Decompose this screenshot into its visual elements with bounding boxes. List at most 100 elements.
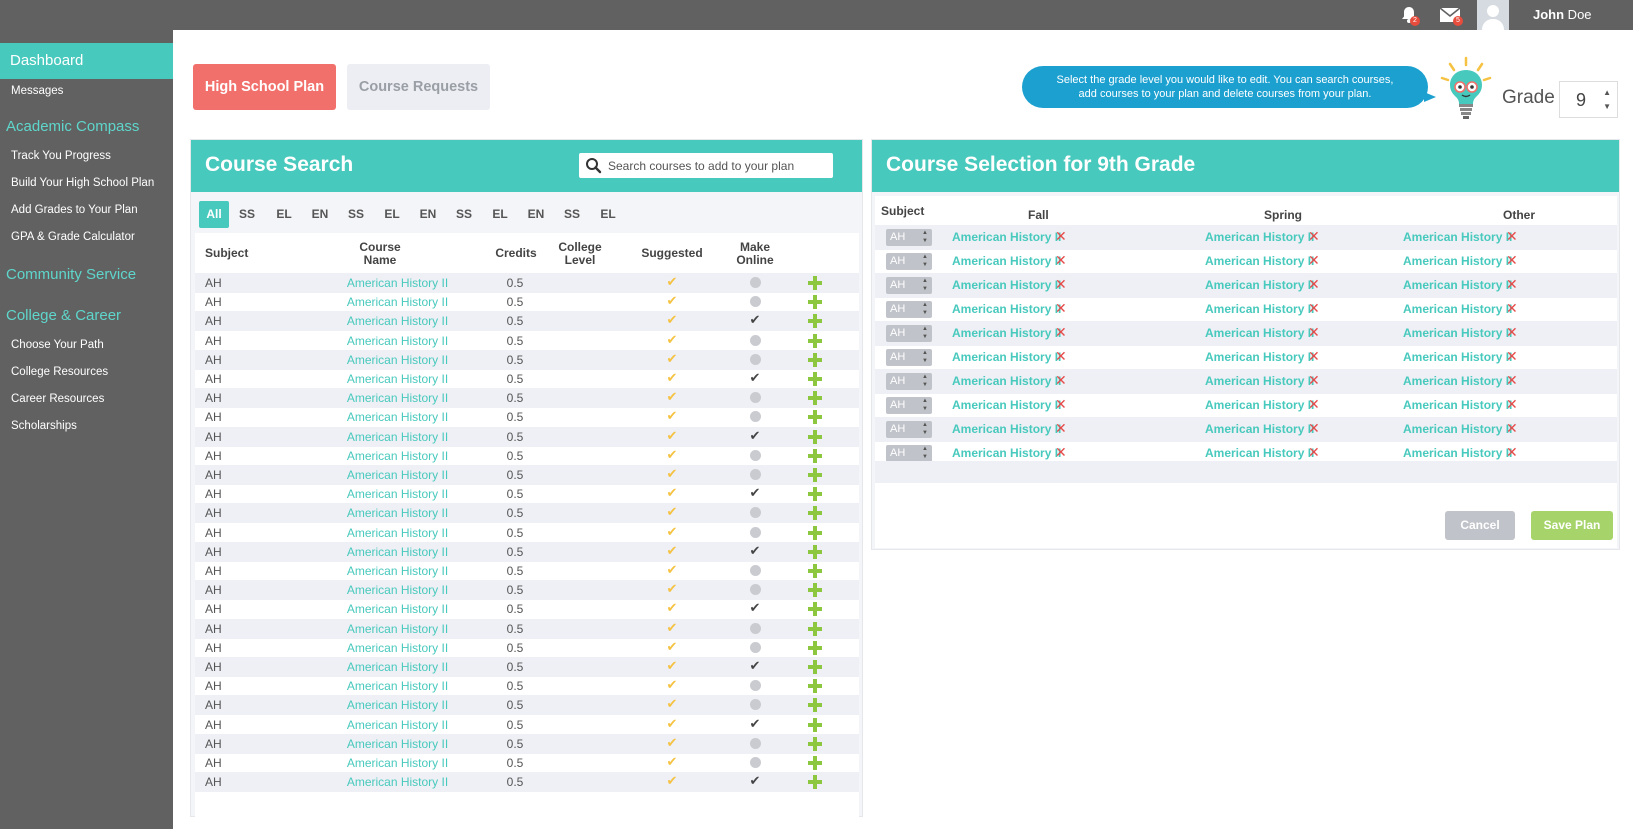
remove-spring-course-x-icon[interactable]: ✕ [1308,300,1320,317]
add-course-plus-icon[interactable] [807,429,823,445]
sidebar-item-college-resources[interactable]: College Resources [11,366,108,378]
sidebar-item-dashboard[interactable]: Dashboard [0,43,173,79]
fall-course-link[interactable]: American History II [952,374,1061,388]
grade-down-arrow-icon[interactable]: ▼ [1603,102,1611,111]
remove-spring-course-x-icon[interactable]: ✕ [1308,252,1320,269]
add-course-plus-icon[interactable] [807,333,823,349]
filter-chip-ss[interactable]: SS [341,201,371,228]
other-course-link[interactable]: American History II [1403,350,1512,364]
make-online-toggle[interactable] [745,699,765,711]
make-online-toggle[interactable] [745,277,765,288]
make-online-toggle[interactable] [745,334,765,346]
make-online-toggle[interactable] [745,449,765,461]
row-course-name-link[interactable]: American History II [320,756,475,770]
other-course-link[interactable]: American History II [1403,254,1512,268]
remove-fall-course-x-icon[interactable]: ✕ [1055,420,1067,437]
make-online-toggle[interactable]: ✔ [745,485,765,501]
subject-stepper[interactable]: AH ▲ ▼ [886,253,932,270]
spring-course-link[interactable]: American History II [1205,302,1314,316]
filter-chip-el[interactable]: EL [377,201,407,228]
row-course-name-link[interactable]: American History II [320,622,475,636]
fall-course-link[interactable]: American History II [952,230,1061,244]
make-online-toggle[interactable] [745,392,765,404]
row-course-name-link[interactable]: American History II [320,295,475,309]
make-online-toggle[interactable] [745,526,765,538]
add-course-plus-icon[interactable] [807,352,823,368]
row-course-name-link[interactable]: American History II [320,775,475,789]
add-course-plus-icon[interactable] [807,505,823,521]
remove-fall-course-x-icon[interactable]: ✕ [1055,348,1067,365]
stepper-arrows-icon[interactable]: ▲ ▼ [922,277,928,293]
row-course-name-link[interactable]: American History II [320,526,475,540]
row-course-name-link[interactable]: American History II [320,391,475,405]
spring-course-link[interactable]: American History II [1205,374,1314,388]
add-course-plus-icon[interactable] [807,313,823,329]
course-search-box[interactable] [579,153,833,178]
other-course-link[interactable]: American History II [1403,446,1512,460]
row-course-name-link[interactable]: American History II [320,545,475,559]
other-course-link[interactable]: American History II [1403,398,1512,412]
spring-course-link[interactable]: American History II [1205,422,1314,436]
remove-other-course-x-icon[interactable]: ✕ [1506,348,1518,365]
spring-course-link[interactable]: American History II [1205,254,1314,268]
add-course-plus-icon[interactable] [807,448,823,464]
sidebar-item-career-resources[interactable]: Career Resources [11,393,104,405]
spring-course-link[interactable]: American History II [1205,398,1314,412]
add-course-plus-icon[interactable] [807,755,823,771]
user-name[interactable]: John Doe [1533,7,1592,22]
row-course-name-link[interactable]: American History II [320,410,475,424]
other-course-link[interactable]: American History II [1403,422,1512,436]
other-course-link[interactable]: American History II [1403,278,1512,292]
make-online-toggle[interactable] [745,507,765,519]
subject-stepper[interactable]: AH ▲ ▼ [886,445,932,462]
remove-spring-course-x-icon[interactable]: ✕ [1308,420,1320,437]
remove-other-course-x-icon[interactable]: ✕ [1506,300,1518,317]
make-online-toggle[interactable]: ✔ [745,543,765,559]
row-course-name-link[interactable]: American History II [320,564,475,578]
make-online-toggle[interactable] [745,584,765,596]
add-course-plus-icon[interactable] [807,275,823,291]
other-course-link[interactable]: American History II [1403,326,1512,340]
remove-other-course-x-icon[interactable]: ✕ [1506,252,1518,269]
add-course-plus-icon[interactable] [807,486,823,502]
sidebar-item-build-plan[interactable]: Build Your High School Plan [11,177,154,189]
row-course-name-link[interactable]: American History II [320,583,475,597]
make-online-toggle[interactable]: ✔ [745,428,765,444]
stepper-arrows-icon[interactable]: ▲ ▼ [922,229,928,245]
row-course-name-link[interactable]: American History II [320,737,475,751]
other-course-link[interactable]: American History II [1403,230,1512,244]
row-course-name-link[interactable]: American History II [320,660,475,674]
subject-stepper[interactable]: AH ▲ ▼ [886,301,932,318]
subject-stepper[interactable]: AH ▲ ▼ [886,421,932,438]
add-course-plus-icon[interactable] [807,371,823,387]
fall-course-link[interactable]: American History II [952,422,1061,436]
fall-course-link[interactable]: American History II [952,302,1061,316]
subject-stepper[interactable]: AH ▲ ▼ [886,277,932,294]
make-online-toggle[interactable]: ✔ [745,658,765,674]
make-online-toggle[interactable]: ✔ [745,773,765,789]
stepper-arrows-icon[interactable]: ▲ ▼ [922,445,928,461]
sidebar-item-add-grades[interactable]: Add Grades to Your Plan [11,204,138,216]
add-course-plus-icon[interactable] [807,697,823,713]
add-course-plus-icon[interactable] [807,659,823,675]
remove-spring-course-x-icon[interactable]: ✕ [1308,324,1320,341]
row-course-name-link[interactable]: American History II [320,372,475,386]
add-course-plus-icon[interactable] [807,544,823,560]
remove-spring-course-x-icon[interactable]: ✕ [1308,444,1320,461]
row-course-name-link[interactable]: American History II [320,602,475,616]
filter-chip-ss[interactable]: SS [557,201,587,228]
remove-fall-course-x-icon[interactable]: ✕ [1055,228,1067,245]
remove-fall-course-x-icon[interactable]: ✕ [1055,252,1067,269]
filter-chip-ss[interactable]: SS [232,201,262,228]
add-course-plus-icon[interactable] [807,621,823,637]
messages-envelope-icon[interactable]: 5 [1438,4,1464,26]
fall-course-link[interactable]: American History II [952,326,1061,340]
subject-stepper[interactable]: AH ▲ ▼ [886,373,932,390]
remove-other-course-x-icon[interactable]: ✕ [1506,324,1518,341]
row-course-name-link[interactable]: American History II [320,698,475,712]
row-course-name-link[interactable]: American History II [320,430,475,444]
add-course-plus-icon[interactable] [807,678,823,694]
add-course-plus-icon[interactable] [807,582,823,598]
filter-chip-ss[interactable]: SS [449,201,479,228]
user-avatar[interactable] [1477,0,1509,30]
